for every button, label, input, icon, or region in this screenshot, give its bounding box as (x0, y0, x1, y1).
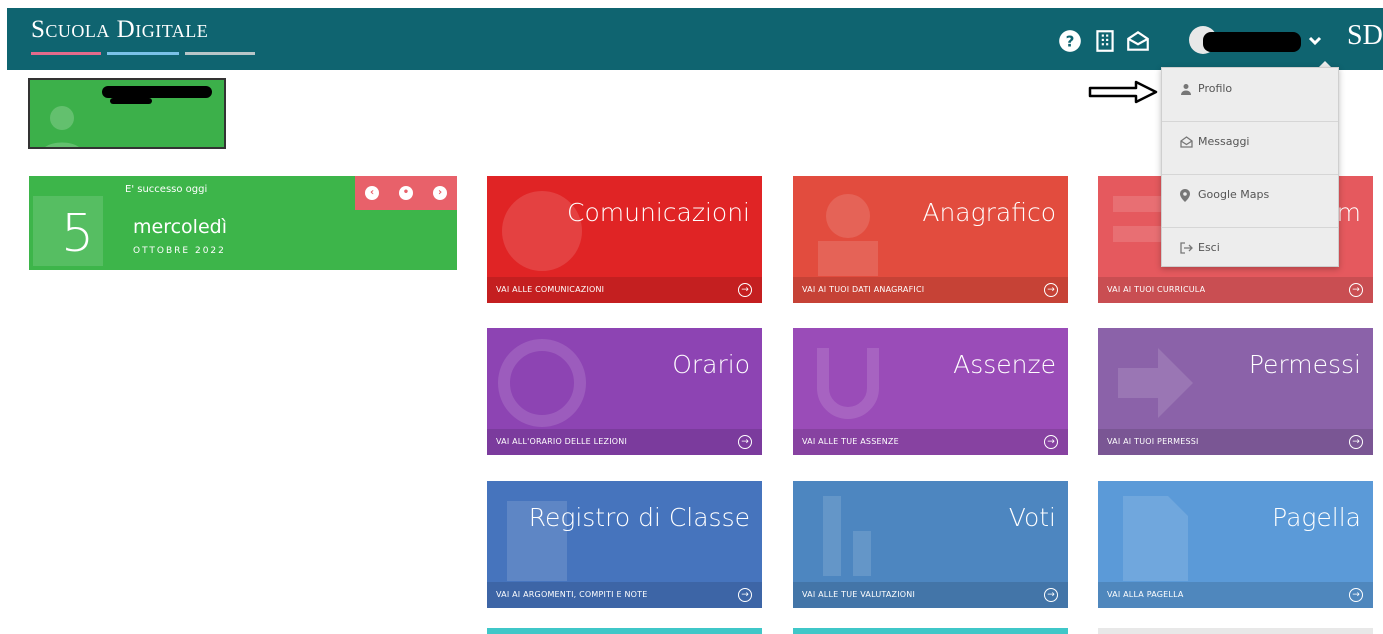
tile-partial[interactable] (1098, 628, 1373, 634)
tile-footer[interactable]: VAI AI TUOI DATI ANAGRAFICI → (793, 277, 1068, 303)
top-navbar: Scuola Digitale ? SD (7, 8, 1383, 70)
menu-label: Profilo (1198, 82, 1233, 95)
envelope-icon (1180, 136, 1194, 150)
tile-voti[interactable]: Voti VAI ALLE TUE VALUTAZIONI → (793, 481, 1068, 608)
date-widget: E' successo oggi 5 mercoledì OTTOBRE 202… (29, 176, 457, 270)
tile-pagella[interactable]: Pagella VAI ALLA PAGELLA → (1098, 481, 1373, 608)
tile-link-label[interactable]: VAI AI TUOI PERMESSI (1107, 437, 1199, 446)
tile-title: Pagella (1272, 503, 1361, 532)
brand-logo[interactable]: Scuola Digitale (31, 16, 208, 44)
tile-ghost-icon (818, 194, 878, 276)
tile-permessi[interactable]: Permessi VAI AI TUOI PERMESSI → (1098, 328, 1373, 455)
tile-link-label[interactable]: VAI ALLE COMUNICAZIONI (496, 285, 604, 294)
tile-footer[interactable]: VAI ALLA PAGELLA → (1098, 582, 1373, 608)
annotation-arrow (1088, 80, 1158, 104)
tile-title: Assenze (953, 350, 1056, 379)
menu-label: Google Maps (1198, 188, 1270, 201)
tile-title: m (1336, 198, 1361, 227)
arrow-circle-icon[interactable]: → (1044, 588, 1058, 602)
sign-out-icon (1180, 242, 1194, 256)
tile-link-label[interactable]: VAI ALLE TUE VALUTAZIONI (802, 590, 915, 599)
menu-item-esci[interactable]: Esci (1162, 227, 1338, 280)
redacted-user-name (102, 86, 212, 98)
tile-footer[interactable]: VAI ALLE TUE VALUTAZIONI → (793, 582, 1068, 608)
arrow-circle-icon[interactable]: → (1349, 588, 1363, 602)
tile-ghost-icon (1123, 496, 1188, 581)
day-name: mercoledì (133, 216, 227, 238)
tile-footer[interactable]: VAI AI ARGOMENTI, COMPITI E NOTE → (487, 582, 762, 608)
menu-label: Esci (1198, 241, 1220, 254)
tile-partial[interactable] (487, 628, 762, 634)
tile-footer[interactable]: VAI ALLE TUE ASSENZE → (793, 429, 1068, 455)
tile-ghost-icon (817, 348, 879, 419)
tile-title: Registro di Classe (528, 503, 750, 532)
arrow-circle-icon[interactable]: → (1044, 283, 1058, 297)
tile-title: Permessi (1248, 350, 1361, 379)
tile-link-label[interactable]: VAI ALLE TUE ASSENZE (802, 437, 899, 446)
tile-title: Anagrafico (922, 198, 1056, 227)
tile-registro-di-classe[interactable]: Registro di Classe VAI AI ARGOMENTI, COMP… (487, 481, 762, 608)
tile-ghost-icon (823, 496, 871, 576)
tile-title: Voti (1008, 503, 1056, 532)
today-button[interactable]: • (399, 186, 413, 200)
brand-underline-pink (31, 52, 101, 55)
tile-link-label[interactable]: VAI AI TUOI CURRICULA (1107, 285, 1205, 294)
arrow-circle-icon[interactable]: → (1349, 283, 1363, 297)
brand-underline-grey (185, 52, 255, 55)
tile-ghost-icon (498, 339, 586, 427)
user-silhouette-icon (45, 106, 79, 147)
redacted-user-name-tail (110, 98, 152, 104)
brand-short[interactable]: SD (1347, 20, 1383, 52)
tile-link-label[interactable]: VAI ALL'ORARIO DELLE LEZIONI (496, 437, 627, 446)
tile-comunicazioni[interactable]: Comunicazioni VAI ALLE COMUNICAZIONI → (487, 176, 762, 303)
menu-label: Messaggi (1198, 135, 1250, 148)
arrow-circle-icon[interactable]: → (1349, 435, 1363, 449)
user-card (28, 78, 226, 149)
tile-ghost-icon (1118, 348, 1193, 418)
menu-item-profilo[interactable]: Profilo (1162, 68, 1338, 122)
user-icon (1180, 83, 1194, 97)
tile-link-label[interactable]: VAI ALLA PAGELLA (1107, 590, 1184, 599)
map-marker-icon (1180, 189, 1194, 203)
tile-footer[interactable]: VAI AI TUOI CURRICULA → (1098, 277, 1373, 303)
next-day-button[interactable]: › (433, 186, 447, 200)
arrow-circle-icon[interactable]: → (738, 435, 752, 449)
arrow-circle-icon[interactable]: → (738, 588, 752, 602)
tile-footer[interactable]: VAI ALLE COMUNICAZIONI → (487, 277, 762, 303)
building-icon[interactable] (1092, 28, 1118, 54)
tile-link-label[interactable]: VAI AI TUOI DATI ANAGRAFICI (802, 285, 924, 294)
redacted-username[interactable] (1203, 32, 1301, 52)
arrow-circle-icon[interactable]: → (738, 283, 752, 297)
prev-day-button[interactable]: ‹ (365, 186, 379, 200)
chevron-down-icon[interactable] (1307, 33, 1323, 49)
tile-footer[interactable]: VAI ALL'ORARIO DELLE LEZIONI → (487, 429, 762, 455)
tile-orario[interactable]: Orario VAI ALL'ORARIO DELLE LEZIONI → (487, 328, 762, 455)
menu-item-google-maps[interactable]: Google Maps (1162, 174, 1338, 228)
happened-today-label: E' successo oggi (125, 184, 208, 195)
arrow-circle-icon[interactable]: → (1044, 435, 1058, 449)
svg-text:?: ? (1066, 32, 1075, 50)
menu-item-messaggi[interactable]: Messaggi (1162, 121, 1338, 175)
brand-underline-blue (107, 52, 179, 55)
tile-title: Comunicazioni (567, 198, 750, 227)
user-dropdown-menu: Profilo Messaggi Google Maps Esci (1161, 67, 1339, 267)
tile-title: Orario (672, 350, 750, 379)
tile-anagrafico[interactable]: Anagrafico VAI AI TUOI DATI ANAGRAFICI → (793, 176, 1068, 303)
tile-footer[interactable]: VAI AI TUOI PERMESSI → (1098, 429, 1373, 455)
tile-link-label[interactable]: VAI AI ARGOMENTI, COMPITI E NOTE (496, 590, 648, 599)
tile-partial[interactable] (793, 628, 1068, 634)
help-icon[interactable]: ? (1057, 28, 1083, 54)
date-nav: ‹ • › (355, 176, 457, 210)
tile-assenze[interactable]: Assenze VAI ALLE TUE ASSENZE → (793, 328, 1068, 455)
mail-icon[interactable] (1125, 28, 1151, 54)
month-year: OTTOBRE 2022 (133, 246, 226, 256)
day-number: 5 (61, 204, 95, 264)
